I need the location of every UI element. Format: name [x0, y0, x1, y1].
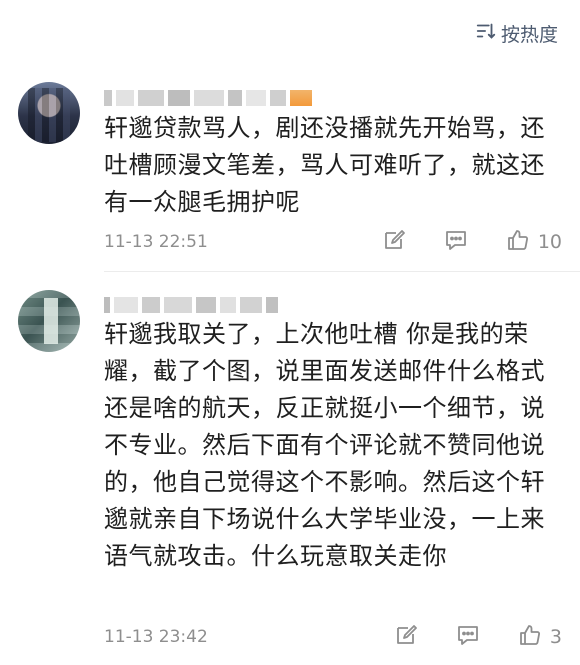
sort-label: 按热度: [500, 24, 558, 46]
comment-item: 轩邈我取关了，上次他吐槽 你是我的荣耀，截了个图，说里面发送邮件什么格式还是啥的…: [0, 290, 580, 665]
comment-actions: 10: [382, 228, 562, 257]
comment-timestamp: 11-13 22:51: [104, 232, 208, 252]
comment-text: 轩邈我取关了，上次他吐槽 你是我的荣耀，截了个图，说里面发送邮件什么格式还是啥的…: [104, 320, 545, 570]
repost-button[interactable]: [382, 228, 406, 257]
comment-item: 轩邈贷款骂人，剧还没播就先开始骂，还吐槽顾漫文笔差，骂人可难听了，就这还有一众腿…: [0, 82, 580, 272]
like-count: 3: [549, 626, 562, 648]
comment-meta: 11-13 23:42 3: [104, 622, 562, 652]
comment-timestamp: 11-13 23:42: [104, 627, 208, 647]
thumbs-up-icon: [518, 623, 542, 652]
sort-icon: [475, 20, 497, 47]
reply-button[interactable]: [456, 623, 480, 652]
avatar[interactable]: [18, 82, 80, 144]
username-blurred[interactable]: [104, 87, 312, 109]
sort-by-hot-button[interactable]: 按热度: [475, 20, 558, 47]
comment-meta: 11-13 22:51 10: [104, 227, 562, 257]
like-count: 10: [537, 231, 562, 253]
reply-button[interactable]: [444, 228, 468, 257]
like-button[interactable]: 3: [518, 623, 562, 652]
username-blurred[interactable]: [104, 294, 278, 316]
thumbs-up-icon: [506, 228, 530, 257]
divider: [104, 271, 580, 272]
comment-icon: [456, 623, 480, 652]
comment-actions: 3: [394, 623, 562, 652]
comment-text: 轩邈贷款骂人，剧还没播就先开始骂，还吐槽顾漫文笔差，骂人可难听了，就这还有一众腿…: [104, 114, 545, 216]
like-button[interactable]: 10: [506, 228, 562, 257]
repost-button[interactable]: [394, 623, 418, 652]
comment-icon: [444, 228, 468, 257]
repost-icon: [394, 623, 418, 652]
avatar[interactable]: [18, 290, 80, 352]
repost-icon: [382, 228, 406, 257]
